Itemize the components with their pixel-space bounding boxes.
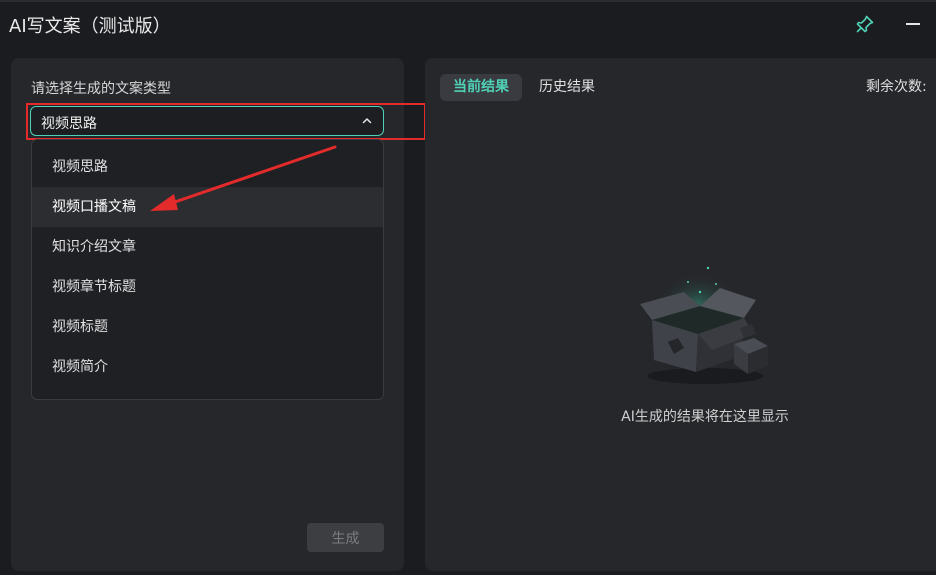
title-bar: AI写文案（测试版） [0, 0, 936, 46]
copy-type-dropdown: 视频思路 视频口播文稿 知识介绍文章 视频章节标题 视频标题 视频简介 [31, 139, 384, 400]
generate-button[interactable]: 生成 [307, 523, 384, 552]
window-title: AI写文案（测试版） [9, 16, 171, 37]
minimize-icon[interactable] [906, 23, 920, 25]
result-panel: 当前结果 历史结果 剩余次数: AI生成的结果将在这里显示 [425, 58, 936, 571]
dropdown-item-knowledge-article[interactable]: 知识介绍文章 [32, 227, 383, 267]
remaining-count-label: 剩余次数: [866, 79, 927, 95]
tab-history-result[interactable]: 历史结果 [539, 74, 595, 101]
dropdown-item-video-title[interactable]: 视频标题 [32, 307, 383, 347]
copy-type-panel: 请选择生成的文案类型 视频思路 视频思路 视频口播文稿 知识介绍文章 视频章节标… [11, 58, 426, 571]
dropdown-item-video-script[interactable]: 视频口播文稿 [32, 187, 383, 227]
pin-icon[interactable] [855, 14, 875, 34]
tab-current-result[interactable]: 当前结果 [440, 74, 522, 101]
copy-type-label: 请选择生成的文案类型 [31, 81, 171, 97]
select-highlight-annotation [26, 103, 426, 140]
empty-box-icon [640, 266, 768, 384]
dropdown-item-video-intro[interactable]: 视频简介 [32, 347, 383, 387]
dropdown-item-video-idea[interactable]: 视频思路 [32, 147, 383, 187]
dropdown-item-chapter-titles[interactable]: 视频章节标题 [32, 267, 383, 307]
empty-result-message: AI生成的结果将在这里显示 [621, 409, 789, 425]
